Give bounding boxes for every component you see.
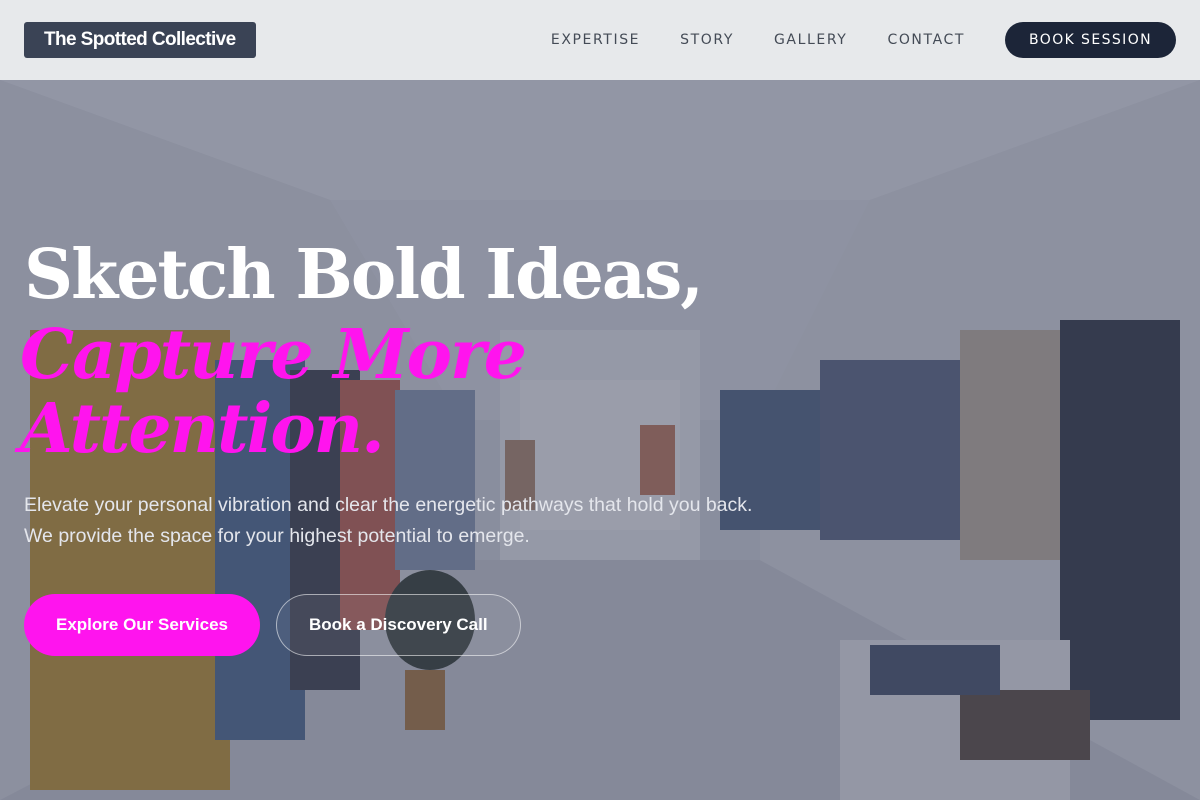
explore-services-button[interactable]: Explore Our Services [24, 594, 260, 656]
hero-subtext: Elevate your personal vibration and clea… [24, 494, 753, 547]
headline-line-3: Attention. [20, 389, 385, 469]
main-nav: EXPERTISE STORY GALLERY CONTACT BOOK SES… [551, 22, 1176, 58]
hero-headline: Sketch Bold Ideas, Capture More Attentio… [20, 232, 804, 466]
headline-line-2: Capture More [20, 315, 527, 395]
book-discovery-call-button[interactable]: Book a Discovery Call [275, 594, 521, 656]
nav-link-gallery[interactable]: GALLERY [774, 32, 847, 48]
nav-link-contact[interactable]: CONTACT [887, 32, 965, 48]
book-session-button[interactable]: BOOK SESSION [1005, 22, 1176, 58]
nav-link-expertise[interactable]: EXPERTISE [551, 32, 640, 48]
brand-logo[interactable]: The Spotted Collective [24, 22, 256, 58]
hero-content: Sketch Bold Ideas, Capture More Attentio… [20, 232, 804, 656]
site-header: The Spotted Collective EXPERTISE STORY G… [0, 0, 1200, 80]
hero-actions: Explore Our Services Book a Discovery Ca… [24, 594, 804, 656]
headline-line-1: Sketch Bold Ideas, [24, 235, 704, 315]
nav-link-story[interactable]: STORY [680, 32, 734, 48]
